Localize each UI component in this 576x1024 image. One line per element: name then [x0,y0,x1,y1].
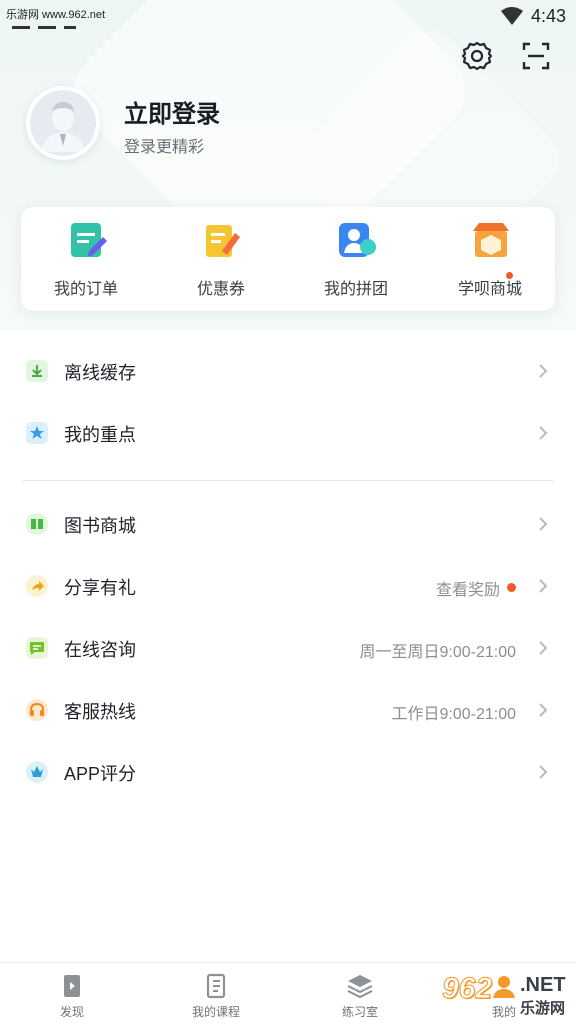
status-bar: 乐游网 www.962.net 4:43 [0,0,576,34]
quick-action-group-buy[interactable]: 我的拼团 [291,207,421,311]
watermark-suffix: .NET [520,974,566,996]
quick-actions-card: 我的订单 优惠券 我的拼团 学呗商城 [21,207,555,311]
hotline-hours-text: 工作日9:00-21:00 [391,706,516,723]
tab-discover[interactable]: 发现 [0,963,144,1024]
menu-item-service-hotline[interactable]: 客服热线 工作日9:00-21:00 [0,680,576,742]
status-time: 4:43 [531,6,567,26]
menu-item-online-consult[interactable]: 在线咨询 周一至周日9:00-21:00 [0,618,576,680]
shop-icon [473,223,509,257]
tab-my-courses[interactable]: 我的课程 [144,963,288,1024]
star-icon [26,422,48,444]
practice-icon [347,975,373,999]
quick-action-label: 学呗商城 [457,281,522,298]
chevron-right-icon [539,517,548,531]
watermark-number: 962 [441,972,493,1006]
download-icon [26,360,48,382]
menu-label: 在线咨询 [64,640,136,660]
shop-badge-dot [506,272,513,279]
watermark-site-name: 乐游网 [520,1000,566,1017]
menu-item-offline-cache[interactable]: 离线缓存 [0,341,576,403]
chevron-right-icon [539,364,548,378]
menu-item-book-store[interactable]: 图书商城 [0,494,576,556]
gear-icon[interactable] [461,40,493,72]
group-buy-icon [339,223,376,257]
menu-divider [22,480,554,481]
menu-label: 我的重点 [64,425,136,445]
rating-icon [26,761,48,783]
quick-action-my-orders[interactable]: 我的订单 [21,207,151,311]
tab-label: 我的课程 [191,1005,240,1019]
discover-icon [64,975,80,997]
coupon-icon [206,225,240,257]
quick-action-label: 优惠券 [196,281,245,298]
chevron-right-icon [539,426,548,440]
menu-label: 离线缓存 [64,363,136,383]
view-rewards-text: 查看奖励 [435,582,500,599]
menu-label: 客服热线 [64,702,136,722]
menu-label: APP评分 [64,764,137,784]
course-icon [206,973,226,999]
quick-action-label: 我的订单 [53,281,118,298]
scan-icon[interactable] [520,40,552,72]
quick-action-label: 我的拼团 [323,281,388,298]
chevron-right-icon [539,641,548,655]
quick-action-coupons[interactable]: 优惠券 [156,207,286,311]
login-subtitle: 登录更精彩 [124,139,205,156]
menu-item-my-highlights[interactable]: 我的重点 [0,403,576,465]
watermark-logo: 962 .NET 乐游网 [441,972,572,1018]
tab-label: 发现 [59,1005,84,1019]
headset-icon [26,699,48,721]
reward-badge-dot [507,583,516,592]
login-title[interactable]: 立即登录 [124,94,220,129]
book-icon [26,513,48,535]
quick-action-shop[interactable]: 学呗商城 [425,207,555,311]
menu-item-app-rating[interactable]: APP评分 [0,742,576,804]
consult-hours-text: 周一至周日9:00-21:00 [359,644,516,661]
tab-label: 练习室 [341,1005,378,1019]
menu-item-share-gift[interactable]: 分享有礼 查看奖励 [0,556,576,618]
menu-label: 图书商城 [64,516,136,536]
order-icon [71,223,107,257]
chat-icon [26,637,48,659]
chevron-right-icon [539,703,548,717]
share-icon [26,575,48,597]
chevron-right-icon [539,765,548,779]
wifi-icon [501,7,523,25]
status-notification-icons [12,16,84,34]
user-avatar-icon [30,90,96,156]
tab-practice-room[interactable]: 练习室 [288,963,432,1024]
menu-label: 分享有礼 [64,578,136,598]
chevron-right-icon [539,579,548,593]
avatar[interactable] [26,86,100,160]
